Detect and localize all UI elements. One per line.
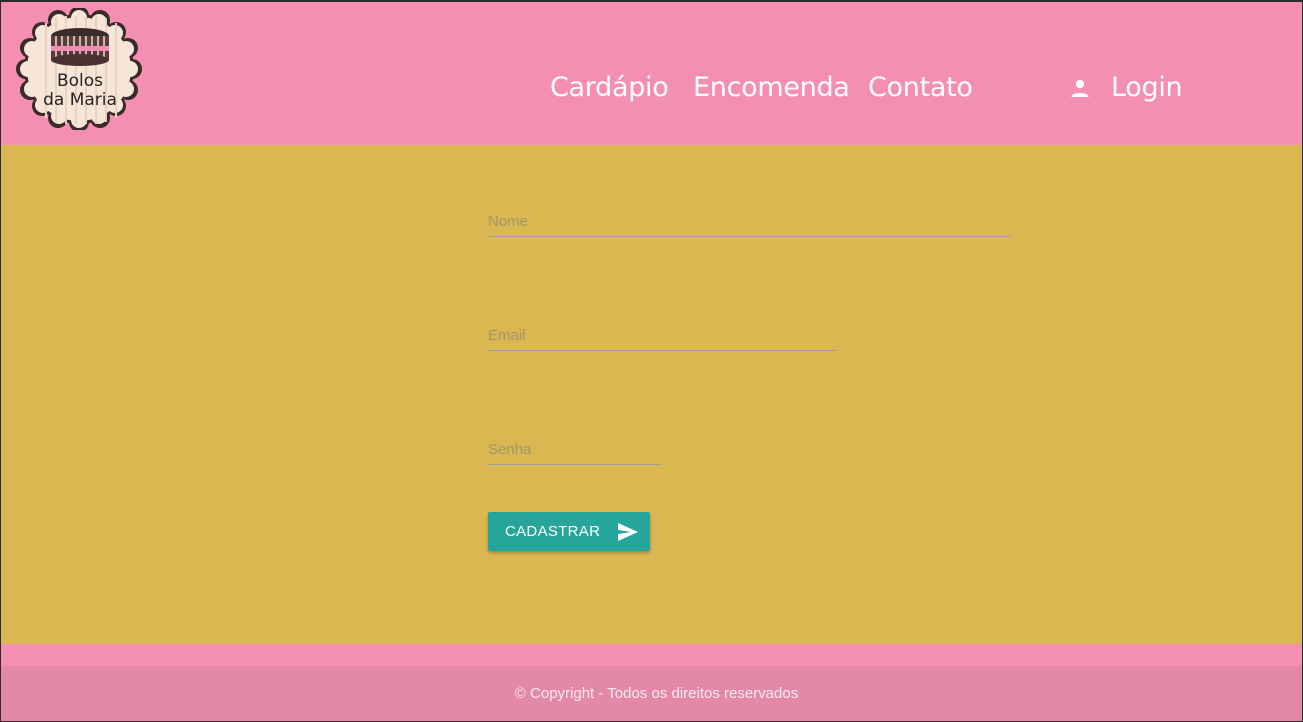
nav-link-contato[interactable]: Contato xyxy=(868,70,973,106)
cadastrar-button[interactable]: CADASTRAR xyxy=(488,512,650,551)
name-input[interactable] xyxy=(488,207,1011,235)
nav-link-encomenda[interactable]: Encomenda xyxy=(693,70,850,106)
password-input[interactable] xyxy=(488,435,662,463)
person-icon xyxy=(1068,76,1092,100)
send-icon xyxy=(617,522,639,542)
email-input[interactable] xyxy=(488,321,837,349)
footer-band xyxy=(0,644,1303,666)
nav-menu: Cardápio Encomenda Contato Login xyxy=(0,70,1303,110)
copyright-text: © Copyright - Todos os direitos reservad… xyxy=(514,685,799,702)
footer-copyright: © Copyright - Todos os direitos reservad… xyxy=(0,666,1303,722)
nav-link-login[interactable]: Login xyxy=(1068,70,1183,106)
navbar: Bolos da Maria Cardápio Encomenda Contat… xyxy=(0,0,1303,145)
password-field-wrapper xyxy=(488,435,662,465)
brand-logo[interactable]: Bolos da Maria xyxy=(16,8,142,130)
name-field-wrapper xyxy=(488,207,1011,237)
cake-logo-icon: Bolos da Maria xyxy=(16,8,142,130)
login-label: Login xyxy=(1111,72,1183,103)
nav-link-cardapio[interactable]: Cardápio xyxy=(550,70,669,106)
signup-section: CADASTRAR xyxy=(0,145,1303,644)
email-field-wrapper xyxy=(488,321,837,351)
cadastrar-label: CADASTRAR xyxy=(505,523,601,540)
